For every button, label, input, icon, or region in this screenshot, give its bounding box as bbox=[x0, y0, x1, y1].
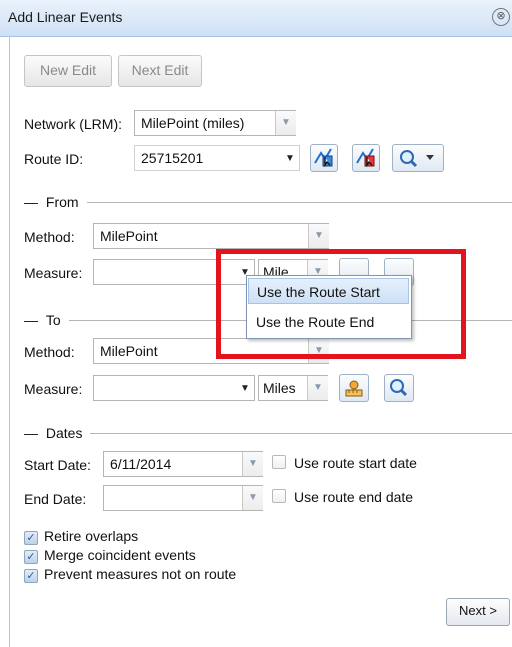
next-edit-button[interactable]: Next Edit bbox=[118, 55, 202, 87]
dates-section-header: — Dates bbox=[24, 425, 91, 441]
search-route-button[interactable] bbox=[392, 144, 444, 172]
from-section-header: — From bbox=[24, 194, 87, 210]
route-id-combobox[interactable]: 25715201 ▼ bbox=[134, 145, 300, 171]
prevent-measures-checkbox[interactable]: ✓ bbox=[24, 569, 38, 583]
merge-coincident-checkbox[interactable]: ✓ bbox=[24, 550, 38, 564]
chevron-down-icon: ▼ bbox=[308, 224, 329, 248]
use-route-start-date-label: Use route start date bbox=[294, 455, 417, 471]
dates-section-divider bbox=[24, 433, 512, 434]
chevron-down-icon: ▼ bbox=[275, 111, 296, 135]
to-section-label: To bbox=[45, 312, 65, 328]
select-route-icon bbox=[314, 148, 333, 168]
title-bar: Add Linear Events ⊗ bbox=[0, 0, 512, 37]
route-id-value: 25715201 bbox=[141, 150, 204, 166]
window-title: Add Linear Events bbox=[8, 9, 123, 25]
chevron-down-icon: ▼ bbox=[242, 452, 263, 476]
use-route-end-date-label: Use route end date bbox=[294, 489, 414, 505]
panel-left-border bbox=[9, 36, 10, 647]
prevent-measures-label: Prevent measures not on route bbox=[44, 566, 237, 582]
to-section-header: — To bbox=[24, 312, 69, 328]
network-select[interactable]: MilePoint (miles) ▼ bbox=[134, 110, 296, 136]
start-date-value: 6/11/2014 bbox=[110, 456, 172, 472]
to-measure-input[interactable]: ▼ bbox=[93, 375, 255, 401]
use-route-start-date-checkbox[interactable] bbox=[272, 455, 286, 469]
use-route-end-date-checkbox[interactable] bbox=[272, 489, 286, 503]
to-method-label: Method: bbox=[24, 344, 75, 360]
chevron-down-icon: ▼ bbox=[240, 383, 250, 394]
highlight-annotation-box bbox=[216, 249, 466, 359]
to-measure-label: Measure: bbox=[24, 381, 83, 397]
chevron-down-icon: ▼ bbox=[285, 153, 295, 164]
to-units-value: Miles bbox=[263, 380, 296, 396]
clear-route-selection-button[interactable] bbox=[352, 144, 380, 172]
from-method-label: Method: bbox=[24, 229, 75, 245]
end-date-label: End Date: bbox=[24, 491, 87, 507]
route-id-label: Route ID: bbox=[24, 151, 84, 167]
to-units-select[interactable]: Miles ▼ bbox=[258, 375, 328, 401]
from-method-select[interactable]: MilePoint ▼ bbox=[93, 223, 329, 249]
select-route-on-map-button[interactable] bbox=[310, 144, 338, 172]
merge-coincident-label: Merge coincident events bbox=[44, 547, 196, 563]
search-icon bbox=[390, 379, 408, 397]
network-label: Network (LRM): bbox=[24, 116, 123, 132]
network-value: MilePoint (miles) bbox=[141, 115, 245, 131]
start-date-input[interactable]: 6/11/2014 ▼ bbox=[103, 451, 263, 477]
dates-section-label: Dates bbox=[45, 425, 87, 441]
retire-overlaps-checkbox[interactable]: ✓ bbox=[24, 531, 38, 545]
from-section-label: From bbox=[45, 194, 83, 210]
from-method-value: MilePoint bbox=[100, 228, 158, 244]
new-edit-button[interactable]: New Edit bbox=[24, 55, 112, 87]
close-icon[interactable]: ⊗ bbox=[492, 8, 510, 26]
measure-tool-icon bbox=[345, 380, 363, 397]
start-date-label: Start Date: bbox=[24, 457, 91, 473]
from-section-divider bbox=[24, 202, 512, 203]
from-measure-label: Measure: bbox=[24, 265, 83, 281]
search-icon bbox=[400, 150, 434, 168]
chevron-down-icon: ▼ bbox=[307, 376, 328, 400]
to-search-measure-button[interactable] bbox=[384, 374, 414, 402]
end-date-input[interactable]: ▼ bbox=[103, 485, 263, 511]
chevron-down-icon: ▼ bbox=[242, 486, 263, 510]
clear-selection-icon bbox=[356, 148, 375, 168]
to-pick-measure-button[interactable] bbox=[339, 374, 369, 402]
next-button[interactable]: Next > bbox=[446, 598, 510, 626]
retire-overlaps-label: Retire overlaps bbox=[44, 528, 139, 544]
to-method-value: MilePoint bbox=[100, 343, 158, 359]
